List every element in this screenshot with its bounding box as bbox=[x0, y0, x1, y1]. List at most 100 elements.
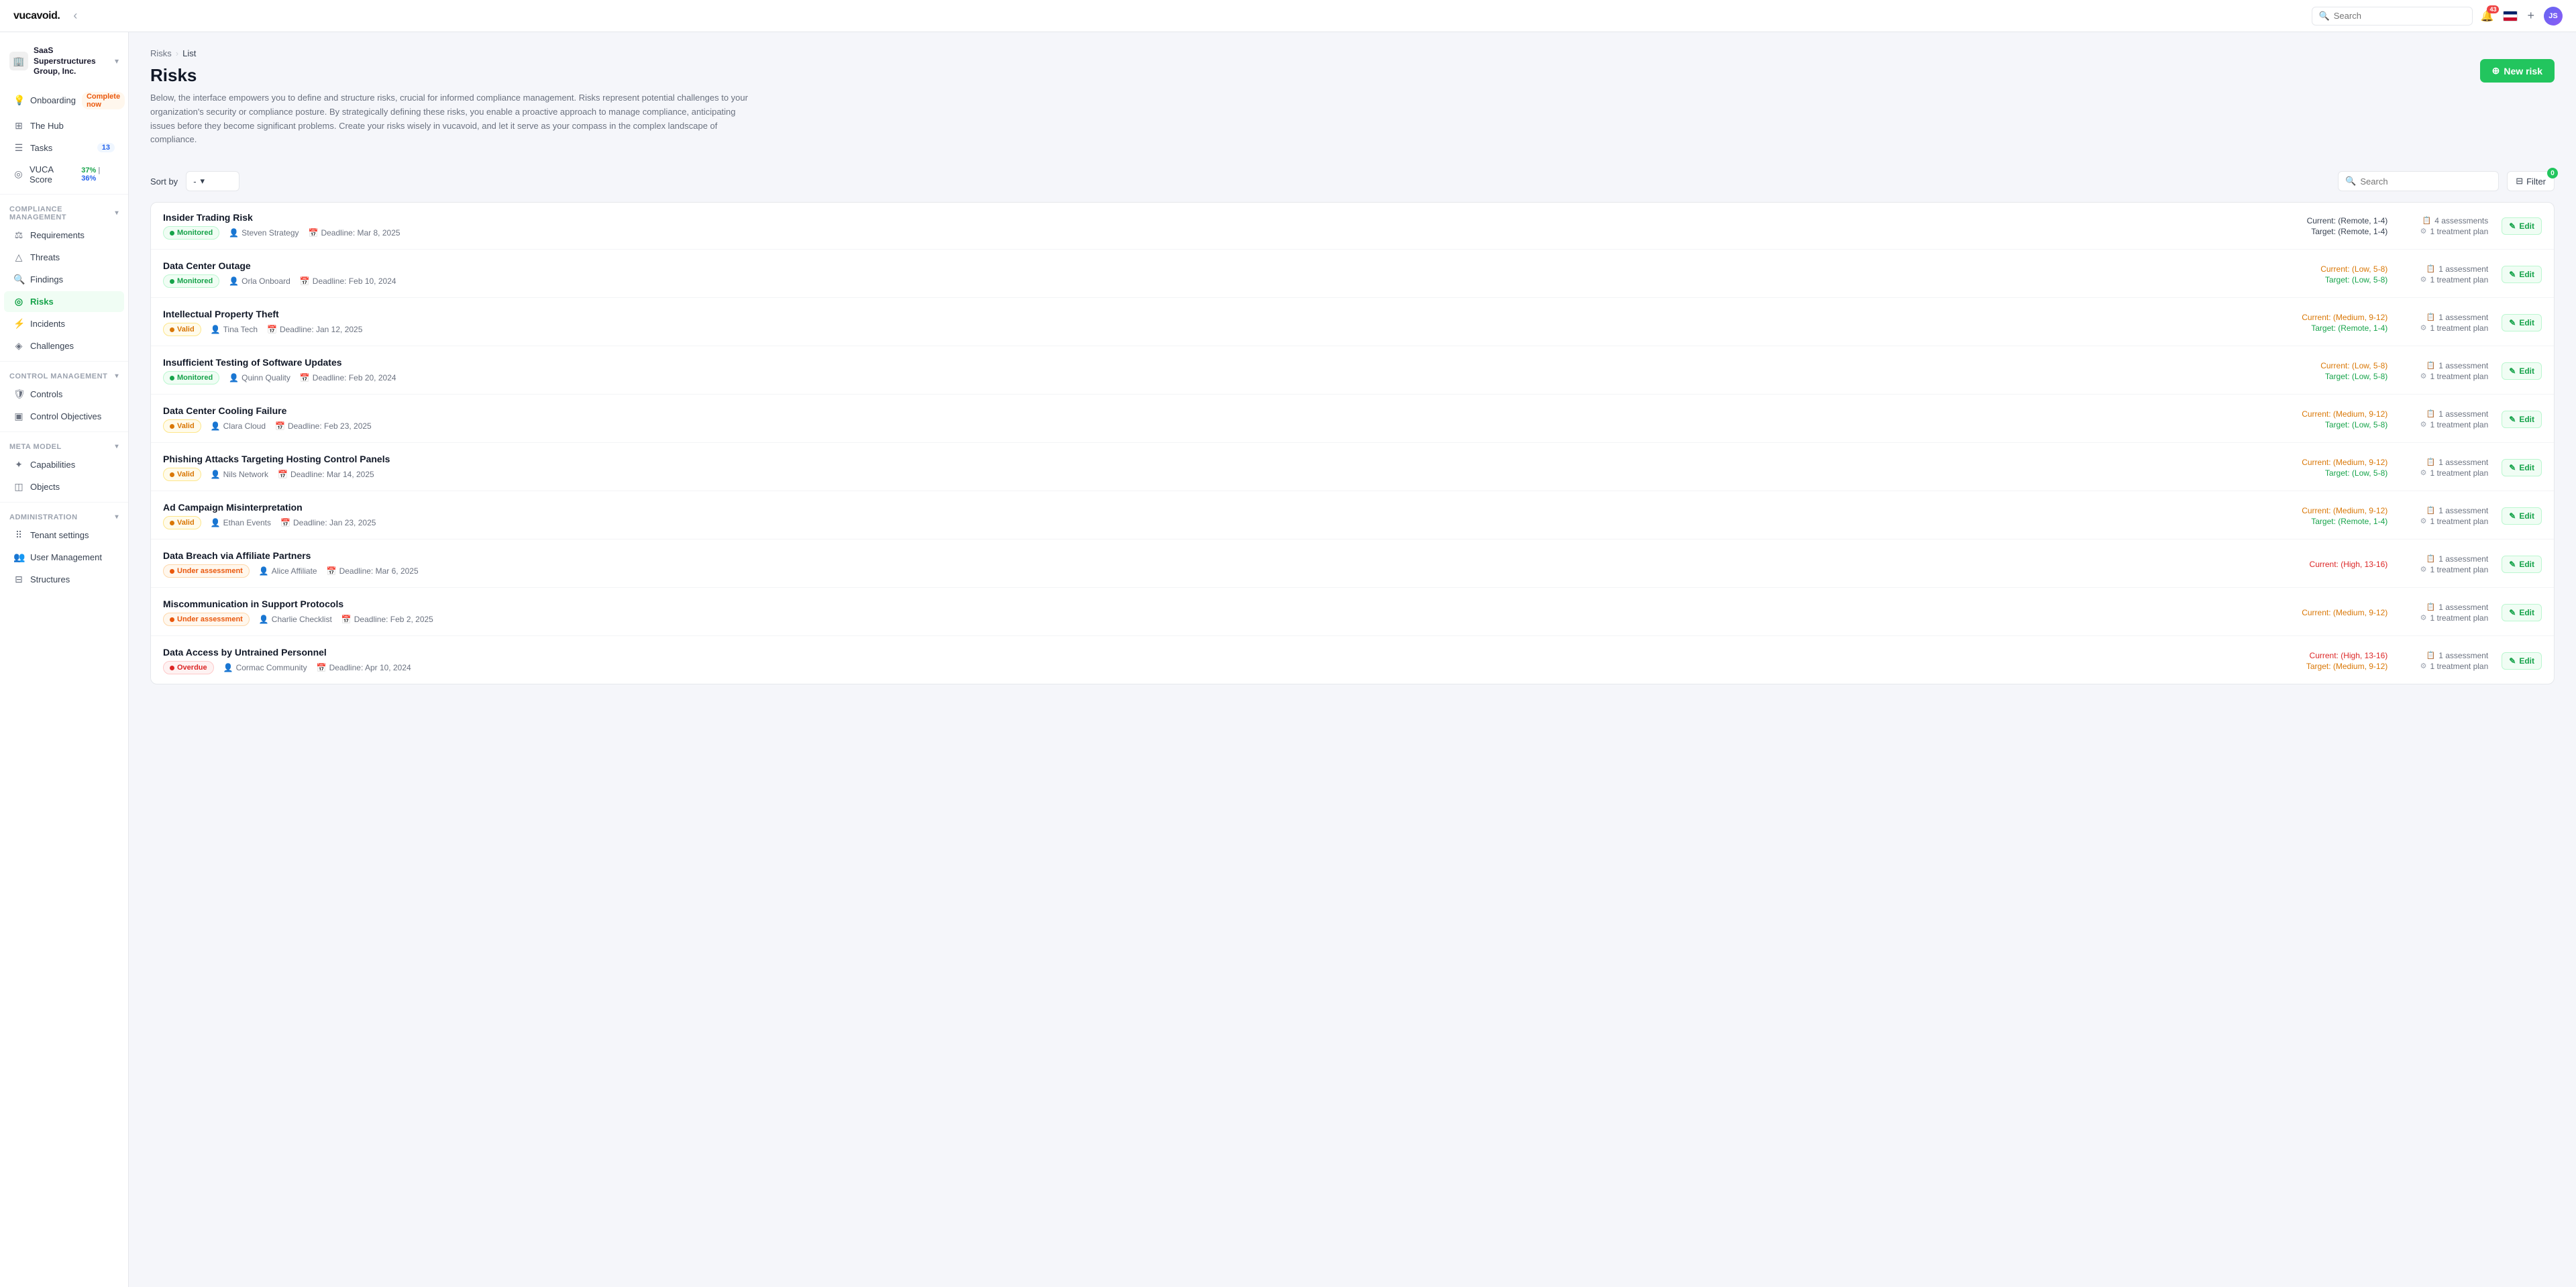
topbar-search-icon: 🔍 bbox=[2319, 11, 2330, 21]
back-icon[interactable]: ‹ bbox=[73, 9, 77, 23]
sidebar-item-controls[interactable]: 🛡 Controls bbox=[4, 384, 124, 405]
new-risk-button[interactable]: ⊕ New risk bbox=[2480, 59, 2555, 83]
risk-stats: 📋 1 assessment ⚙ 1 treatment plan bbox=[2401, 264, 2488, 285]
assessments-value: 4 assessments bbox=[2434, 216, 2488, 225]
calendar-icon: 📅 bbox=[278, 470, 288, 479]
compliance-chevron-icon[interactable]: ▾ bbox=[115, 209, 119, 217]
table-row[interactable]: Data Center Cooling Failure Valid 👤 Clar… bbox=[151, 396, 2554, 443]
risk-meta: Valid 👤 Ethan Events 📅 Deadline: Jan 23,… bbox=[163, 516, 2260, 529]
sidebar-item-requirements[interactable]: ⚖ Requirements bbox=[4, 225, 124, 246]
edit-button[interactable]: ✎ Edit bbox=[2502, 411, 2542, 428]
edit-button[interactable]: ✎ Edit bbox=[2502, 652, 2542, 670]
threats-label: Threats bbox=[30, 252, 60, 262]
table-row[interactable]: Ad Campaign Misinterpretation Valid 👤 Et… bbox=[151, 493, 2554, 539]
assessments-value: 1 assessment bbox=[2438, 651, 2488, 660]
deadline-value: Deadline: Feb 2, 2025 bbox=[354, 615, 433, 624]
risk-meta: Valid 👤 Tina Tech 📅 Deadline: Jan 12, 20… bbox=[163, 323, 2260, 336]
assignee-meta: 👤 Alice Affiliate bbox=[259, 566, 317, 576]
edit-button[interactable]: ✎ Edit bbox=[2502, 314, 2542, 331]
table-row[interactable]: Intellectual Property Theft Valid 👤 Tina… bbox=[151, 299, 2554, 346]
avatar[interactable]: JS bbox=[2544, 7, 2563, 25]
treatment-value: 1 treatment plan bbox=[2430, 565, 2489, 574]
edit-button[interactable]: ✎ Edit bbox=[2502, 556, 2542, 573]
table-row[interactable]: Data Breach via Affiliate Partners Under… bbox=[151, 541, 2554, 588]
topbar-search-input[interactable] bbox=[2334, 11, 2465, 21]
table-row[interactable]: Insufficient Testing of Software Updates… bbox=[151, 348, 2554, 395]
org-selector[interactable]: 🏢 SaaS Superstructures Group, Inc. ▾ bbox=[0, 40, 128, 87]
sidebar-item-tasks[interactable]: ☰ Tasks 13 bbox=[4, 138, 124, 158]
sidebar-item-incidents[interactable]: ⚡ Incidents bbox=[4, 313, 124, 334]
table-row[interactable]: Data Center Outage Monitored 👤 Orla Onbo… bbox=[151, 251, 2554, 298]
search-input[interactable] bbox=[2360, 176, 2491, 187]
sort-select[interactable]: - ▾ bbox=[186, 171, 239, 191]
risk-meta: Valid 👤 Clara Cloud 📅 Deadline: Feb 23, … bbox=[163, 419, 2260, 433]
add-icon[interactable]: + bbox=[2527, 9, 2534, 23]
assignee-name: Alice Affiliate bbox=[272, 566, 317, 576]
table-row[interactable]: Phishing Attacks Targeting Hosting Contr… bbox=[151, 444, 2554, 491]
assignee-meta: 👤 Tina Tech bbox=[211, 325, 258, 334]
risk-left: Data Access by Untrained Personnel Overd… bbox=[163, 647, 2260, 674]
risk-name: Miscommunication in Support Protocols bbox=[163, 599, 2260, 609]
notification-bell[interactable]: 🔔 43 bbox=[2481, 9, 2494, 23]
sidebar-item-tenant-settings[interactable]: ⠿ Tenant settings bbox=[4, 525, 124, 546]
edit-button[interactable]: ✎ Edit bbox=[2502, 362, 2542, 380]
sidebar-item-onboarding[interactable]: 💡 Onboarding Complete now bbox=[4, 87, 124, 114]
calendar-icon: 📅 bbox=[280, 518, 290, 527]
status-dot bbox=[170, 569, 174, 574]
edit-button[interactable]: ✎ Edit bbox=[2502, 217, 2542, 235]
risk-name: Data Breach via Affiliate Partners bbox=[163, 550, 2260, 561]
edit-button[interactable]: ✎ Edit bbox=[2502, 266, 2542, 283]
table-row[interactable]: Data Access by Untrained Personnel Overd… bbox=[151, 637, 2554, 684]
edit-pencil-icon: ✎ bbox=[2509, 463, 2516, 472]
breadcrumb-parent[interactable]: Risks bbox=[150, 48, 172, 58]
status-badge: Monitored bbox=[163, 274, 219, 288]
deadline-meta: 📅 Deadline: Jan 12, 2025 bbox=[267, 325, 362, 334]
user-mgmt-label: User Management bbox=[30, 552, 102, 562]
treatment-value: 1 treatment plan bbox=[2430, 468, 2489, 478]
risk-meta: Valid 👤 Nils Network 📅 Deadline: Mar 14,… bbox=[163, 468, 2260, 481]
assignee-meta: 👤 Nils Network bbox=[211, 470, 268, 479]
admin-chevron-icon[interactable]: ▾ bbox=[115, 513, 119, 521]
sidebar-item-capabilities[interactable]: ✦ Capabilities bbox=[4, 454, 124, 475]
sidebar-item-challenges[interactable]: ◈ Challenges bbox=[4, 336, 124, 356]
calendar-icon: 📅 bbox=[309, 228, 319, 238]
risk-left: Insufficient Testing of Software Updates… bbox=[163, 357, 2260, 384]
filter-button[interactable]: ⊟ Filter 0 bbox=[2507, 171, 2555, 191]
deadline-meta: 📅 Deadline: Feb 10, 2024 bbox=[300, 276, 396, 286]
control-chevron-icon[interactable]: ▾ bbox=[115, 372, 119, 380]
treatment-value: 1 treatment plan bbox=[2430, 613, 2489, 623]
risk-stats: 📋 1 assessment ⚙ 1 treatment plan bbox=[2401, 361, 2488, 381]
table-row[interactable]: Miscommunication in Support Protocols Un… bbox=[151, 589, 2554, 636]
sidebar-item-user-management[interactable]: 👥 User Management bbox=[4, 547, 124, 568]
risk-name: Data Center Outage bbox=[163, 260, 2260, 271]
target-score: Target: (Remote, 1-4) bbox=[2280, 323, 2387, 333]
meta-chevron-icon[interactable]: ▾ bbox=[115, 443, 119, 450]
sidebar-item-findings[interactable]: 🔍 Findings bbox=[4, 269, 124, 290]
sidebar-item-hub[interactable]: ⊞ The Hub bbox=[4, 115, 124, 136]
language-flag[interactable] bbox=[2503, 11, 2518, 21]
deadline-value: Deadline: Mar 8, 2025 bbox=[321, 228, 400, 238]
sidebar: 🏢 SaaS Superstructures Group, Inc. ▾ 💡 O… bbox=[0, 32, 129, 1287]
assessments-icon: 📋 bbox=[2426, 313, 2436, 321]
sidebar-item-objects[interactable]: ◫ Objects bbox=[4, 476, 124, 497]
sidebar-item-control-objectives[interactable]: ▣ Control Objectives bbox=[4, 406, 124, 427]
assessments-value: 1 assessment bbox=[2438, 264, 2488, 274]
plus-circle-icon: ⊕ bbox=[2492, 65, 2500, 76]
sidebar-item-threats[interactable]: △ Threats bbox=[4, 247, 124, 268]
edit-button[interactable]: ✎ Edit bbox=[2502, 604, 2542, 621]
sidebar-item-structures[interactable]: ⊟ Structures bbox=[4, 569, 124, 590]
admin-section-header: Administration ▾ bbox=[0, 507, 128, 524]
treatment-icon: ⚙ bbox=[2420, 468, 2427, 477]
sidebar-item-risks[interactable]: ◎ Risks bbox=[4, 291, 124, 312]
calendar-icon: 📅 bbox=[317, 663, 327, 672]
treatment-stat: ⚙ 1 treatment plan bbox=[2401, 227, 2488, 236]
sidebar-item-vuca[interactable]: ◎ VUCA Score 37% | 36% bbox=[4, 160, 124, 189]
treatment-stat: ⚙ 1 treatment plan bbox=[2401, 372, 2488, 381]
edit-button[interactable]: ✎ Edit bbox=[2502, 459, 2542, 476]
edit-button[interactable]: ✎ Edit bbox=[2502, 507, 2542, 525]
risks-icon: ◎ bbox=[13, 296, 24, 307]
current-score: Current: (Low, 5-8) bbox=[2280, 264, 2387, 274]
table-row[interactable]: Insider Trading Risk Monitored 👤 Steven … bbox=[151, 203, 2554, 250]
risk-left: Miscommunication in Support Protocols Un… bbox=[163, 599, 2260, 626]
compliance-section-header: Compliance Management ▾ bbox=[0, 199, 128, 224]
